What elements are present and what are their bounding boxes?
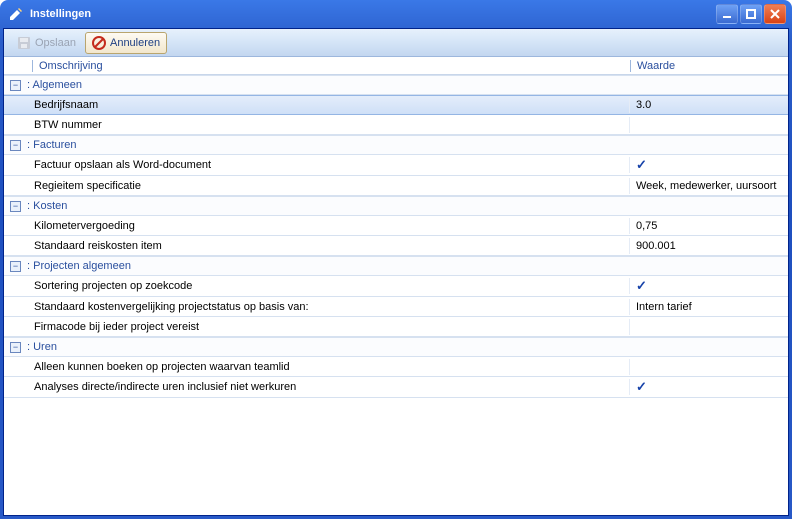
setting-label: Standaard kostenvergelijking projectstat… [4, 299, 630, 315]
group-header-uren[interactable]: −: Uren [4, 337, 788, 357]
collapse-icon[interactable]: − [10, 140, 21, 151]
check-icon: ✓ [636, 379, 647, 395]
setting-row[interactable]: Regieitem specificatieWeek, medewerker, … [4, 176, 788, 196]
setting-label: Factuur opslaan als Word-document [4, 157, 630, 173]
setting-row[interactable]: Factuur opslaan als Word-document ✓ [4, 155, 788, 176]
cancel-label: Annuleren [110, 37, 160, 49]
app-window: Instellingen Opslaan Annuleren Omschrijv [0, 0, 792, 519]
collapse-icon[interactable]: − [10, 80, 21, 91]
setting-label: Standaard reiskosten item [4, 238, 630, 254]
setting-value[interactable] [630, 123, 788, 127]
setting-label: Regieitem specificatie [4, 178, 630, 194]
setting-label: Alleen kunnen boeken op projecten waarva… [4, 359, 630, 375]
setting-row[interactable]: Standaard kostenvergelijking projectstat… [4, 297, 788, 317]
group-label: : Kosten [27, 200, 67, 212]
save-label: Opslaan [35, 37, 76, 49]
pencil-icon [8, 6, 24, 22]
window-controls [716, 4, 786, 24]
setting-value[interactable]: ✓ [630, 155, 788, 175]
check-icon: ✓ [636, 278, 647, 294]
collapse-icon[interactable]: − [10, 261, 21, 272]
setting-row[interactable]: Firmacode bij ieder project vereist [4, 317, 788, 337]
setting-value[interactable]: ✓ [630, 276, 788, 296]
setting-value[interactable]: 900.001 [630, 238, 788, 254]
client-area: Opslaan Annuleren Omschrijving Waarde −:… [3, 28, 789, 516]
setting-label: BTW nummer [4, 117, 630, 133]
column-header-description[interactable]: Omschrijving [32, 60, 630, 72]
save-button: Opslaan [10, 32, 83, 54]
column-headers: Omschrijving Waarde [4, 57, 788, 75]
setting-row[interactable]: Kilometervergoeding0,75 [4, 216, 788, 236]
setting-row[interactable]: Bedrijfsnaam3.0 [4, 95, 788, 115]
group-label: : Uren [27, 341, 57, 353]
setting-value[interactable] [630, 325, 788, 329]
titlebar[interactable]: Instellingen [0, 0, 792, 28]
check-icon: ✓ [636, 157, 647, 173]
setting-row[interactable]: Sortering projecten op zoekcode ✓ [4, 276, 788, 297]
group-label: : Projecten algemeen [27, 260, 131, 272]
group-header-facturen[interactable]: −: Facturen [4, 135, 788, 155]
close-button[interactable] [764, 4, 786, 24]
group-label: : Facturen [27, 139, 77, 151]
setting-value[interactable] [630, 365, 788, 369]
cancel-button[interactable]: Annuleren [85, 32, 167, 54]
group-header-projecten-algemeen[interactable]: −: Projecten algemeen [4, 256, 788, 276]
settings-grid[interactable]: −: AlgemeenBedrijfsnaam3.0BTW nummer−: F… [4, 75, 788, 515]
setting-value[interactable]: ✓ [630, 377, 788, 397]
setting-row[interactable]: Standaard reiskosten item900.001 [4, 236, 788, 256]
minimize-button[interactable] [716, 4, 738, 24]
group-label: : Algemeen [27, 79, 82, 91]
group-header-algemeen[interactable]: −: Algemeen [4, 75, 788, 95]
column-header-value[interactable]: Waarde [630, 60, 788, 72]
cancel-icon [92, 36, 106, 50]
collapse-icon[interactable]: − [10, 201, 21, 212]
maximize-button[interactable] [740, 4, 762, 24]
setting-row[interactable]: Analyses directe/indirecte uren inclusie… [4, 377, 788, 398]
setting-label: Analyses directe/indirecte uren inclusie… [4, 379, 630, 395]
setting-label: Kilometervergoeding [4, 218, 630, 234]
setting-value[interactable]: 3.0 [630, 97, 788, 113]
setting-row[interactable]: BTW nummer [4, 115, 788, 135]
setting-row[interactable]: Alleen kunnen boeken op projecten waarva… [4, 357, 788, 377]
setting-label: Firmacode bij ieder project vereist [4, 319, 630, 335]
setting-label: Sortering projecten op zoekcode [4, 278, 630, 294]
collapse-icon[interactable]: − [10, 342, 21, 353]
save-icon [17, 36, 31, 50]
group-header-kosten[interactable]: −: Kosten [4, 196, 788, 216]
setting-value[interactable]: Week, medewerker, uursoort [630, 178, 788, 194]
window-title: Instellingen [30, 8, 716, 20]
setting-value[interactable]: Intern tarief [630, 299, 788, 315]
setting-label: Bedrijfsnaam [4, 97, 630, 113]
setting-value[interactable]: 0,75 [630, 218, 788, 234]
toolbar: Opslaan Annuleren [4, 29, 788, 57]
